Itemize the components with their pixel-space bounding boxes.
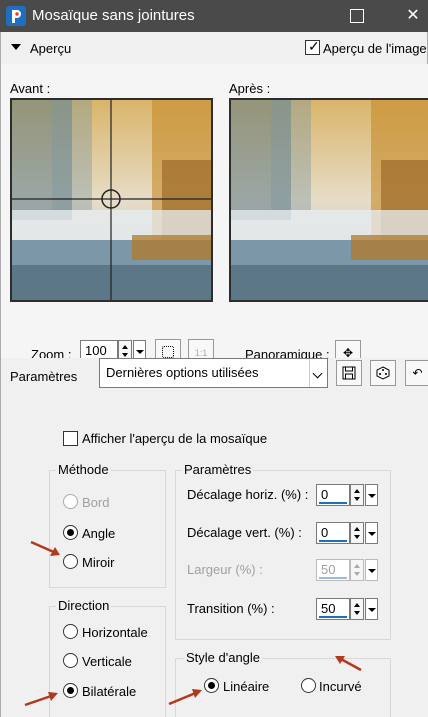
method-angle-label[interactable]: Angle — [82, 526, 115, 541]
h-offset-label: Décalage horiz. (%) : — [187, 487, 309, 502]
spin-down-icon[interactable] — [354, 535, 360, 539]
spin-up-icon[interactable] — [354, 527, 360, 531]
presets-select[interactable]: Dernières options utilisées — [99, 358, 328, 388]
h-offset-underline — [319, 502, 347, 504]
annotation-arrow-icon — [30, 540, 60, 556]
method-bord-label: Bord — [82, 495, 110, 510]
spin-down-icon[interactable] — [354, 611, 360, 615]
close-icon: ✕ — [406, 7, 420, 24]
transition-value: 50 — [321, 601, 336, 616]
annotation-arrow-icon — [335, 656, 362, 672]
reset-icon: ↶ — [412, 366, 423, 380]
direction-bilateral-label[interactable]: Bilatérale — [82, 684, 136, 699]
preview-section-header[interactable]: Aperçu ✓ Aperçu de l'image — [1, 32, 428, 64]
annotation-arrow-icon — [168, 689, 202, 706]
before-image[interactable] — [10, 98, 213, 302]
presets-label: Paramètres — [10, 369, 78, 384]
v-offset-dropdown[interactable] — [365, 522, 378, 544]
spin-down-icon — [354, 572, 360, 576]
width-dropdown — [365, 559, 378, 581]
spin-down-icon[interactable] — [122, 353, 128, 357]
method-bord-radio — [63, 494, 78, 509]
zoom-value: 100 — [85, 343, 107, 358]
width-spinner — [350, 559, 364, 581]
v-offset-label: Décalage vert. (%) : — [187, 525, 302, 540]
corner-linear-radio[interactable] — [204, 678, 219, 693]
transition-underline — [319, 616, 347, 618]
v-offset-value: 0 — [321, 525, 329, 540]
direction-vertical-radio[interactable] — [63, 653, 78, 668]
close-button[interactable]: ✕ — [401, 4, 425, 28]
dialog-body: Aperçu ✓ Aperçu de l'image Avant : Après… — [0, 32, 428, 717]
v-offset-spinner[interactable] — [350, 522, 364, 544]
transition-input[interactable]: 50 — [316, 598, 350, 620]
h-offset-dropdown[interactable] — [365, 484, 378, 506]
help-button[interactable] — [345, 4, 369, 28]
save-preset-button[interactable] — [336, 360, 362, 386]
direction-title: Direction — [56, 598, 112, 613]
mosaic-preview-checkbox[interactable] — [63, 431, 78, 446]
corner-style-title: Style d'angle — [184, 650, 263, 665]
parameters-title: Paramètres — [182, 462, 254, 477]
window-title: Mosaïque sans jointures — [32, 7, 195, 24]
mosaic-preview-label: Afficher l'aperçu de la mosaïque — [82, 431, 268, 446]
check-icon: ✓ — [308, 38, 320, 54]
method-miroir-radio[interactable] — [63, 554, 78, 569]
corner-curved-label[interactable]: Incurvé — [319, 679, 362, 694]
actual-size-icon: 1:1 — [194, 348, 208, 358]
before-label: Avant : — [10, 81, 51, 96]
random-button[interactable] — [370, 360, 396, 386]
spin-up-icon[interactable] — [354, 603, 360, 607]
direction-bilateral-radio[interactable] — [63, 683, 78, 698]
method-miroir-label[interactable]: Miroir — [82, 555, 115, 570]
dice-icon — [376, 366, 390, 380]
after-landscape-image — [231, 100, 428, 300]
corner-linear-label[interactable]: Linéaire — [223, 679, 269, 694]
reset-button[interactable]: ↶ — [405, 360, 428, 386]
show-preview-checkbox[interactable]: ✓ — [305, 38, 320, 55]
transition-label: Transition (%) : — [187, 601, 275, 616]
corner-curved-radio[interactable] — [301, 678, 316, 693]
show-preview-label: Aperçu de l'image — [323, 41, 427, 56]
chevron-down-icon[interactable] — [309, 359, 327, 387]
annotation-arrow-icon — [24, 692, 58, 707]
method-title: Méthode — [56, 462, 111, 477]
width-value: 50 — [321, 562, 336, 577]
before-landscape-image — [12, 100, 211, 300]
spin-up-icon — [354, 564, 360, 568]
presets-row: Paramètres Dernières options utilisées ↶ — [1, 358, 428, 402]
transition-spinner[interactable] — [350, 598, 364, 620]
width-underline — [319, 577, 347, 579]
preview-section-label: Aperçu — [30, 41, 72, 56]
h-offset-value: 0 — [321, 487, 329, 502]
spin-down-icon[interactable] — [354, 497, 360, 501]
h-offset-spinner[interactable] — [350, 484, 364, 506]
collapse-triangle-icon[interactable] — [11, 44, 21, 50]
direction-horizontal-radio[interactable] — [63, 624, 78, 639]
paintshop-pro-icon — [6, 6, 26, 26]
width-input: 50 — [316, 559, 350, 581]
save-icon — [342, 366, 356, 380]
title-bar: Mosaïque sans jointures ✕ — [0, 0, 428, 32]
after-label: Après : — [229, 81, 271, 96]
fit-window-icon — [162, 346, 174, 358]
restore-icon — [350, 9, 364, 23]
spin-up-icon[interactable] — [122, 345, 128, 349]
direction-vertical-label[interactable]: Verticale — [82, 654, 132, 669]
settings-area: Afficher l'aperçu de la mosaïque Méthode… — [1, 402, 428, 717]
spin-up-icon[interactable] — [354, 489, 360, 493]
v-offset-underline — [319, 540, 347, 542]
method-angle-radio[interactable] — [63, 525, 78, 540]
transition-dropdown[interactable] — [365, 598, 378, 620]
width-label: Largeur (%) : — [187, 562, 263, 577]
v-offset-input[interactable]: 0 — [316, 522, 350, 544]
preview-area: Avant : Après : Zoom: 100 1:1 Panoramiq… — [1, 64, 428, 374]
direction-horizontal-label[interactable]: Horizontale — [82, 625, 148, 640]
after-image — [229, 98, 428, 302]
presets-selected-value: Dernières options utilisées — [106, 365, 259, 380]
h-offset-input[interactable]: 0 — [316, 484, 350, 506]
